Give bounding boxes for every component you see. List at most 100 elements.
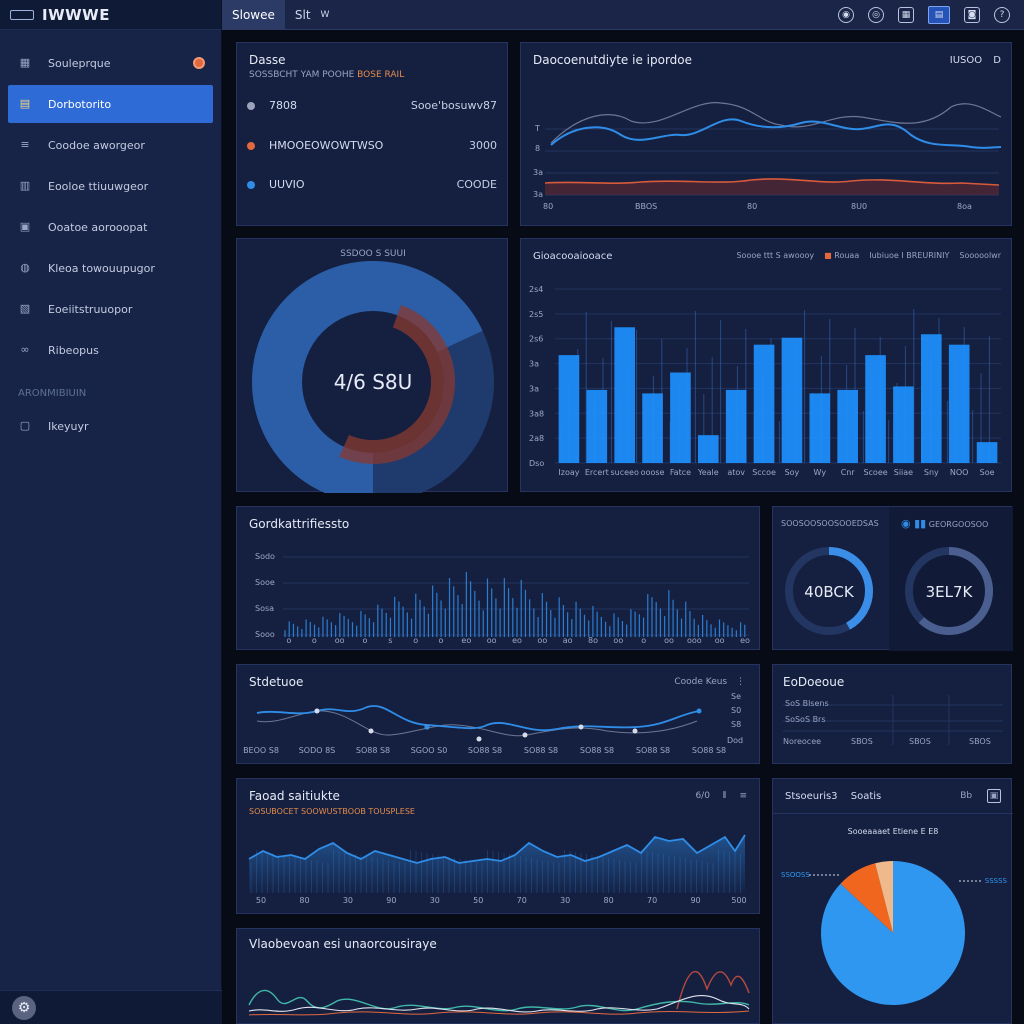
bar — [781, 337, 803, 463]
x-tick: Sny — [924, 468, 939, 477]
x-tick: o — [287, 636, 292, 645]
trend-point — [476, 736, 482, 742]
sidebar-item-7[interactable]: ∞ Ribeopus — [8, 331, 213, 369]
donut-card: SSDOO S SUUI 4/6 S8U — [236, 238, 508, 493]
waveform-orange — [248, 1010, 750, 1016]
flag-icon[interactable]: ▤ — [928, 5, 950, 24]
x-tick: 90 — [386, 896, 396, 905]
y-tick: 2s5 — [529, 310, 543, 319]
bar — [865, 355, 886, 463]
x-tick: 8oa — [957, 202, 972, 211]
x-tick: SO88 S8 — [580, 746, 614, 755]
x-tick: o — [641, 636, 646, 645]
x-tick: ooose — [641, 468, 665, 477]
y-tick: 3a — [533, 190, 543, 199]
x-tick: oo — [715, 636, 725, 645]
trend-point-highlight — [696, 708, 702, 714]
sidebar-item-label: Coodoe aworgeor — [48, 138, 145, 152]
bar — [837, 389, 859, 463]
tab-extra[interactable]: W — [321, 0, 340, 30]
gauge-value: 3EL7K — [926, 583, 974, 601]
grid-icon: ▦ — [19, 56, 31, 69]
donut-chart: 4/6 S8U — [252, 261, 494, 493]
trend-point-highlight — [424, 724, 430, 730]
y-tick: Dod — [727, 736, 743, 745]
sidebar-item-1[interactable]: ▤ Dorbotorito — [8, 85, 213, 123]
x-tick: BEOO S8 — [243, 746, 279, 755]
bar — [948, 344, 970, 463]
x-tick: atov — [727, 468, 745, 477]
x-tick: eo — [740, 636, 750, 645]
x-tick: oo — [487, 636, 497, 645]
brand-logo-icon — [10, 9, 34, 20]
bell-icon[interactable]: ◉ — [838, 6, 854, 23]
tab-1[interactable]: Slt — [285, 0, 321, 30]
y-tick: 2s6 — [529, 335, 543, 344]
settings-icon[interactable]: ◎ — [868, 6, 884, 23]
x-tick: suceeo — [611, 468, 639, 477]
x-tick: 8U0 — [851, 202, 867, 211]
tab-0[interactable]: Slowee — [222, 0, 285, 30]
sidebar-item-5[interactable]: ◍ Kleoa towouupugor — [8, 249, 213, 287]
area-chart: 50 80 30 90 30 50 70 30 80 70 90 500 — [248, 834, 747, 905]
y-tick: 3a — [529, 360, 539, 369]
sidebar-item-label: Eoeiitstruuopor — [48, 302, 133, 316]
bar — [809, 393, 831, 463]
gauges-card: SOOSOOSOOSOOEDSAS ◉ ▮▮ GEORGOOSOO 40BCK … — [772, 506, 1013, 651]
y-tick: Sooo — [255, 630, 275, 639]
help-icon[interactable]: ? — [994, 6, 1010, 23]
sidebar-section-label: ARONMIBIUIN — [18, 388, 87, 399]
bar — [558, 355, 580, 463]
summary-row-value: Sooe'bosuwv87 — [410, 99, 497, 112]
x-tick: Soe — [980, 468, 995, 477]
x-tick: 50 — [256, 896, 266, 905]
bar — [614, 327, 636, 463]
y-tick: Dso — [529, 459, 544, 468]
sidebar-item-0[interactable]: ▦ Souleprque — [8, 44, 213, 82]
trend-point — [314, 708, 320, 714]
bar — [920, 334, 942, 463]
line-chart-card: Daocoenutdiyte ie ipordoe IUSOO D T 8 3a… — [520, 42, 1012, 226]
x-tick: SGOO S0 — [411, 746, 448, 755]
area-fill — [249, 835, 745, 893]
bar-chart-y-axis: 2s4 2s5 2s6 3a 3a 3a8 2a8 Dso — [529, 285, 544, 468]
bar — [586, 389, 608, 463]
line-series-grey — [550, 102, 1002, 144]
x-tick: Wy — [814, 468, 827, 477]
sidebar-item-3[interactable]: ▥ Eooloe ttiuuwgeor — [8, 167, 213, 205]
trend-point — [632, 728, 638, 734]
x-tick: SO88 S8 — [468, 746, 502, 755]
x-tick: o — [413, 636, 418, 645]
x-tick: SO88 S8 — [524, 746, 558, 755]
area-chart-card: Faoad saitiukte SOSUBOCET SOOWUSTBOOB TO… — [236, 778, 760, 914]
small-stats-col: SBOS — [969, 737, 991, 746]
sidebar-item-6[interactable]: ▧ Eoeiitstruuopor — [8, 290, 213, 328]
y-tick: 3a8 — [529, 409, 544, 418]
x-tick: oo — [613, 636, 623, 645]
y-tick: 8 — [535, 144, 540, 153]
y-tick: 3a — [533, 168, 543, 177]
line-chart: T 8 3a 3a 80 BBOS 80 8U0 8oa — [533, 102, 1002, 211]
legend-dot — [247, 101, 255, 110]
sidebar-item-2[interactable]: ≡ Coodoe aworgeor — [8, 126, 213, 164]
sidebar-item-label: Kleoa towouupugor — [48, 261, 155, 275]
grid-icon[interactable]: ▦ — [898, 6, 914, 23]
area-x-axis: 50 80 30 90 30 50 70 30 80 70 90 500 — [256, 896, 747, 905]
y-tick: 3a — [529, 384, 539, 393]
folder-icon: ▣ — [19, 220, 31, 233]
x-tick: oo — [664, 636, 674, 645]
settings-button[interactable]: ⚙ — [12, 995, 36, 1020]
sidebar-item-4[interactable]: ▣ Ooatoe aorooopat — [8, 208, 213, 246]
y-tick: 2s4 — [529, 285, 543, 294]
y-tick: Se — [731, 692, 741, 701]
sidebar-item-section[interactable]: ▢ Ikeyuyr — [8, 407, 213, 445]
x-tick: oo — [537, 636, 547, 645]
bar-chart-x-axis: Izoay Ercert suceeo ooose Fatce Yeale atov Scco… — [558, 468, 994, 477]
x-tick: ao — [563, 636, 573, 645]
list-icon: ≡ — [20, 138, 30, 151]
x-tick: Cnr — [841, 468, 856, 477]
user-icon[interactable]: ◙ — [964, 6, 980, 23]
x-tick: Sccoe — [752, 468, 776, 477]
x-tick: 8o — [588, 636, 598, 645]
pie-slices — [821, 861, 965, 1005]
